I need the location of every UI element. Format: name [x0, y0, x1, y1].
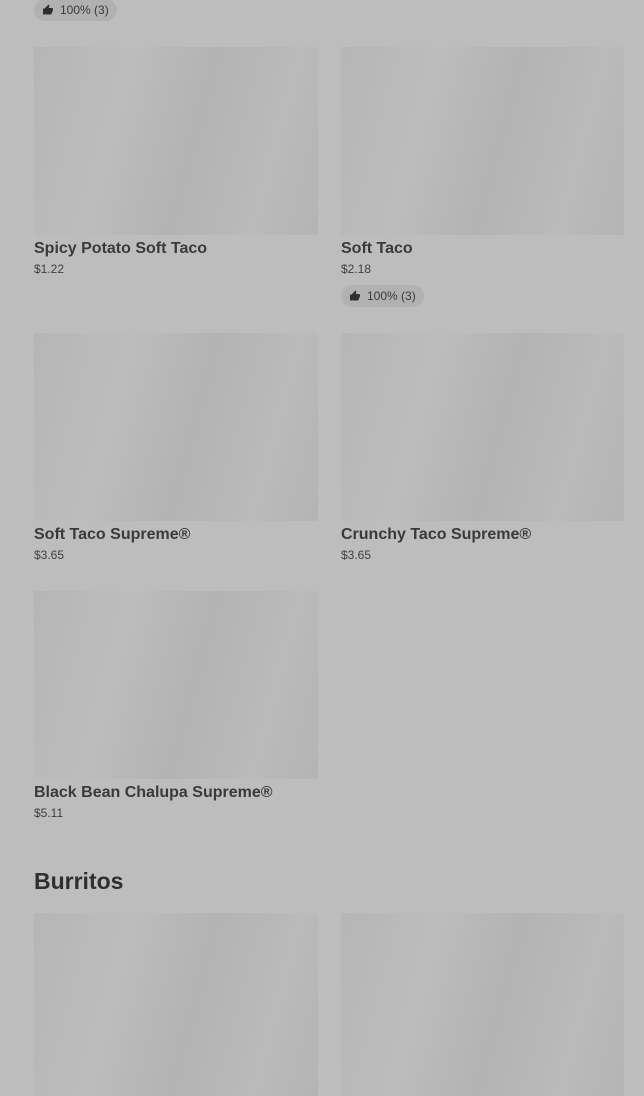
thumbs-up-icon — [349, 290, 361, 302]
menu-item-card[interactable]: Black Bean Chalupa Supreme® $5.11 — [34, 591, 318, 821]
menu-item-price: $2.18 — [341, 262, 372, 276]
rating-badge: 100% (3) — [341, 285, 424, 307]
menu-item-price: $5.11 — [34, 806, 64, 820]
menu-item-image[interactable] — [34, 591, 318, 779]
menu-item-image[interactable] — [341, 333, 624, 521]
menu-item-card[interactable]: Crunchy Taco Supreme® $3.65 — [341, 333, 624, 563]
menu-item-image[interactable] — [341, 47, 624, 235]
menu-item-image[interactable] — [34, 333, 318, 521]
menu-item-name: Soft Taco Supreme® — [34, 526, 191, 543]
menu-item-image[interactable] — [34, 47, 318, 235]
menu-item-name: Soft Taco — [341, 240, 413, 257]
menu-item-card[interactable]: Soft Taco $2.18 100% (3) — [341, 47, 624, 307]
rating-text: 100% (3) — [60, 3, 109, 17]
menu-item-card[interactable]: Soft Taco Supreme® $3.65 — [34, 333, 318, 563]
menu-item-price: $1.22 — [34, 262, 65, 276]
rating-text: 100% (3) — [367, 289, 416, 303]
menu-item-name: Black Bean Chalupa Supreme® — [34, 784, 273, 801]
menu-item-name: Spicy Potato Soft Taco — [34, 240, 208, 257]
menu-item-card[interactable]: Spicy Potato Soft Taco $1.22 — [34, 47, 318, 277]
menu-item-price: $3.65 — [34, 548, 65, 562]
menu-item-card[interactable] — [341, 913, 624, 1096]
menu-item-image[interactable] — [341, 913, 624, 1096]
rating-badge: 100% (3) — [34, 0, 117, 21]
previous-item-rating: 100% (3) — [34, 0, 117, 21]
section-title-burritos: Burritos — [34, 868, 124, 894]
menu-item-name: Crunchy Taco Supreme® — [341, 526, 532, 543]
menu-item-price: $3.65 — [341, 548, 372, 562]
thumbs-up-icon — [42, 4, 54, 16]
menu-item-image[interactable] — [34, 913, 318, 1096]
menu-item-card[interactable] — [34, 913, 318, 1096]
